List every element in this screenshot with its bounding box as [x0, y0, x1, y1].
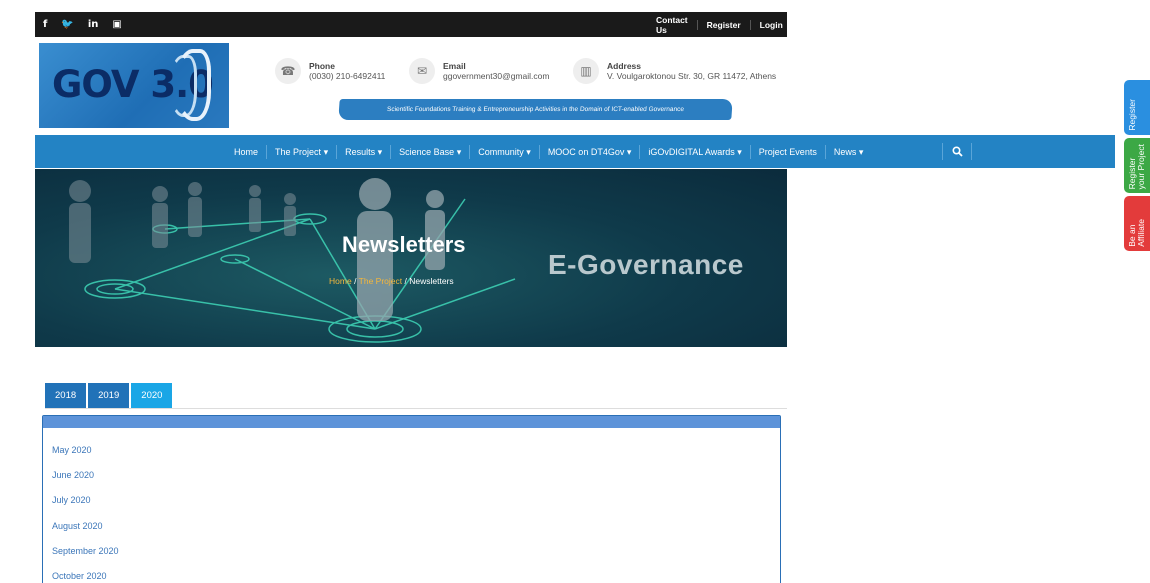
facebook-icon[interactable]: f: [43, 19, 47, 30]
email-label: Email: [443, 61, 466, 71]
chevron-down-icon: ▾: [526, 146, 531, 157]
contact-address: ▥ Address V. Voulgaroktonou Str. 30, GR …: [573, 58, 776, 84]
nav-results[interactable]: Results ▾: [336, 144, 390, 159]
year-tabs: 2018 2019 2020: [45, 383, 173, 408]
email-value[interactable]: ggovernment30@gmail.com: [443, 71, 549, 82]
newsletter-link[interactable]: August 2020: [43, 513, 780, 538]
phone-icon: ☎: [275, 58, 301, 84]
top-bar: f 🐦 in ▣ Contact Us Register Login: [35, 12, 787, 37]
newsletter-link[interactable]: June 2020: [43, 462, 780, 487]
newsletter-panel: May 2020 June 2020 July 2020 August 2020…: [42, 415, 781, 583]
nav-awards[interactable]: iGOvDIGITAL Awards ▾: [639, 144, 749, 159]
nav-science-base-label: Science Base: [399, 146, 455, 157]
main-nav: Home The Project ▾ Results ▾ Science Bas…: [35, 135, 1115, 168]
side-affiliate-button[interactable]: Be an Affiliate: [1124, 196, 1150, 251]
side-register-project-label: Register your Project: [1127, 143, 1146, 189]
top-links: Contact Us Register Login: [647, 12, 792, 37]
contact-email: ✉ Email ggovernment30@gmail.com: [409, 58, 549, 84]
phone-value: (0030) 210-6492411: [309, 71, 386, 81]
breadcrumb-current: Newsletters: [409, 276, 454, 286]
envelope-icon: ✉: [409, 58, 435, 84]
side-register-project-line-2: your Project: [1136, 143, 1146, 189]
contact-us-link[interactable]: Contact Us: [647, 15, 697, 35]
breadcrumb-separator: /: [354, 276, 357, 286]
chevron-down-icon: ▾: [323, 146, 329, 157]
tagline-banner: Scientific Foundations Training & Entrep…: [338, 99, 733, 120]
page-title: Newsletters: [342, 232, 466, 257]
register-link[interactable]: Register: [696, 19, 750, 30]
login-link[interactable]: Login: [749, 19, 792, 30]
chevron-down-icon: ▾: [456, 146, 462, 157]
tab-2019[interactable]: 2019: [88, 383, 130, 408]
page-hero: Newsletters Home / The Project / Newslet…: [35, 169, 787, 347]
side-register-label: Register: [1127, 99, 1137, 131]
breadcrumb-home[interactable]: Home: [329, 276, 352, 286]
newsletter-link[interactable]: October 2020: [43, 563, 780, 583]
newsletter-link[interactable]: September 2020: [43, 538, 780, 563]
chevron-down-icon: ▾: [858, 146, 864, 157]
chevron-down-icon: ▾: [377, 146, 383, 157]
tab-2018[interactable]: 2018: [45, 383, 87, 408]
youtube-icon[interactable]: ▣: [112, 19, 121, 30]
nav-results-label: Results: [345, 146, 376, 157]
breadcrumb: Home / The Project / Newsletters: [329, 276, 454, 286]
social-links: f 🐦 in ▣: [43, 12, 122, 37]
nav-mooc-label: MOOC on DT4Gov: [547, 146, 625, 157]
chevron-down-icon: ▾: [737, 146, 742, 157]
tab-2020[interactable]: 2020: [131, 383, 173, 408]
address-value: V. Voulgaroktonou Str. 30, GR 11472, Ath…: [607, 71, 777, 81]
newsletter-link[interactable]: July 2020: [43, 488, 780, 513]
nav-the-project-label: The Project: [275, 146, 322, 157]
contact-phone: ☎ Phone (0030) 210-6492411: [275, 58, 385, 84]
nav-community[interactable]: Community ▾: [469, 144, 539, 159]
chevron-down-icon: ▾: [626, 146, 632, 157]
nav-science-base[interactable]: Science Base ▾: [390, 144, 469, 159]
nav-news-label: News: [833, 146, 857, 157]
newsletter-link[interactable]: May 2020: [43, 437, 780, 462]
side-register-project-button[interactable]: Register your Project: [1124, 138, 1150, 193]
tabs-divider: [45, 408, 787, 409]
site-logo[interactable]: GOV 3.0: [39, 43, 229, 128]
newsletter-panel-header: [43, 416, 780, 428]
nav-project-events[interactable]: Project Events: [749, 144, 825, 159]
nav-news[interactable]: News ▾: [824, 144, 872, 159]
nav-community-label: Community: [478, 146, 524, 157]
address-label: Address: [607, 61, 642, 71]
newsletter-list: May 2020 June 2020 July 2020 August 2020…: [43, 428, 780, 583]
twitter-icon[interactable]: 🐦: [61, 19, 73, 30]
search-icon[interactable]: [942, 143, 972, 160]
breadcrumb-separator: /: [404, 276, 407, 286]
logo-face-outline-icon: [175, 49, 211, 121]
nav-home[interactable]: Home: [226, 145, 266, 159]
linkedin-icon[interactable]: in: [88, 19, 99, 30]
nav-the-project[interactable]: The Project ▾: [266, 144, 336, 159]
side-affiliate-line-2: Affiliate: [1136, 219, 1146, 247]
nav-mooc[interactable]: MOOC on DT4Gov ▾: [538, 144, 640, 159]
side-affiliate-label: Be an Affiliate: [1127, 219, 1146, 247]
hero-egovernance-text: E-Governance: [548, 249, 744, 280]
map-icon: ▥: [573, 58, 599, 84]
breadcrumb-the-project[interactable]: The Project: [359, 276, 402, 286]
side-register-button[interactable]: Register: [1124, 80, 1150, 135]
phone-label: Phone: [309, 61, 335, 71]
nav-awards-label: iGOvDIGITAL Awards: [648, 146, 735, 157]
